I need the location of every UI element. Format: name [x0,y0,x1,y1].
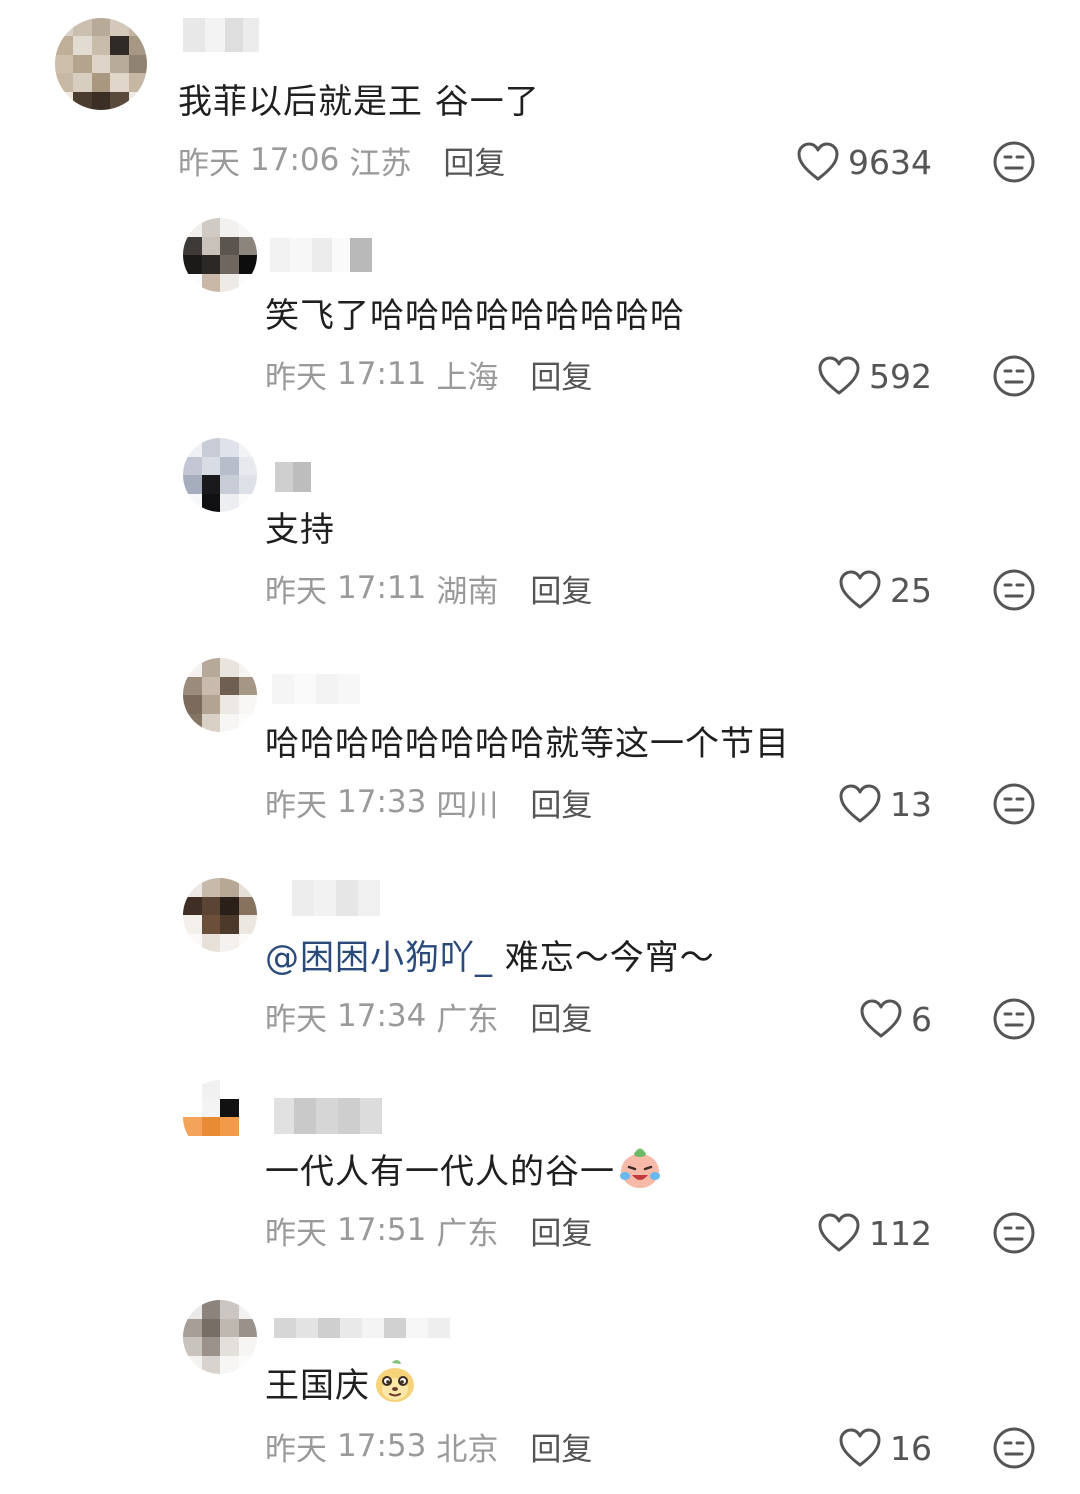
like-button[interactable]: 25 [732,568,932,612]
like-button[interactable]: 6 [732,997,932,1041]
reply-button[interactable]: 回复 [530,1208,592,1253]
crying-laughing-face-icon [620,1148,660,1188]
comment-text: 一代人有一代人的谷一 [265,1144,663,1192]
comment-date: 昨天 [265,787,327,824]
comment-text: 支持 [265,502,335,550]
comment-meta: 昨天 17:11 湖南 回复 [265,566,592,610]
username-blurred[interactable] [270,238,372,272]
neutral-face-icon[interactable] [992,997,1036,1041]
heart-outline-icon [797,142,839,181]
comment-time: 17:33 [337,784,427,820]
like-button[interactable]: 13 [732,782,932,826]
neutral-face-icon[interactable] [992,354,1036,398]
username-blurred[interactable] [275,462,311,492]
mention-link[interactable]: @困困小狗吖_ [265,930,493,979]
username-blurred[interactable] [272,674,360,704]
smug-face-icon [376,1360,414,1402]
comment-region: 江苏 [349,145,412,182]
like-button[interactable]: 112 [732,1211,932,1255]
reply-button[interactable]: 回复 [530,780,592,825]
comment-date: 昨天 [265,573,327,610]
neutral-face-icon[interactable] [992,140,1036,184]
reply-button[interactable]: 回复 [443,138,505,183]
comment-time: 17:11 [337,356,427,392]
like-button[interactable]: 592 [732,354,932,398]
neutral-face-icon[interactable] [992,1211,1036,1255]
reply-button[interactable]: 回复 [530,1424,592,1469]
like-count: 13 [890,784,932,824]
username-blurred[interactable] [274,880,380,916]
comment-text-content: 难忘～今宵～ [493,937,715,978]
comment-date: 昨天 [265,359,327,396]
heart-outline-icon [818,356,860,395]
heart-outline-icon [860,999,902,1038]
comment-time: 17:06 [250,142,340,178]
heart-outline-icon [839,570,881,609]
like-button[interactable]: 16 [732,1426,932,1470]
like-count: 25 [890,570,932,610]
neutral-face-icon[interactable] [992,782,1036,826]
avatar[interactable] [183,658,257,732]
comment-meta: 昨天 17:51 广东 回复 [265,1208,592,1252]
avatar[interactable] [183,1300,257,1374]
like-count: 16 [890,1428,932,1468]
avatar[interactable] [183,1080,257,1154]
comment-text: 笑飞了哈哈哈哈哈哈哈哈哈 [265,288,685,336]
avatar[interactable] [183,218,257,292]
username-blurred[interactable] [183,18,259,52]
username-blurred[interactable] [274,1098,382,1134]
like-button[interactable]: 9634 [732,140,932,184]
like-count: 112 [869,1213,932,1253]
reply-button[interactable]: 回复 [530,994,592,1039]
comment-date: 昨天 [265,1215,327,1252]
comment-time: 17:11 [337,570,427,606]
comment-text: 哈哈哈哈哈哈哈哈就等这一个节目 [265,716,790,764]
comment-text: 我菲以后就是王 谷一了 [178,74,540,122]
avatar[interactable] [55,18,147,110]
comment-text-content: 支持 [265,509,335,550]
comment-text: 王国庆 [265,1358,418,1406]
neutral-face-icon[interactable] [992,568,1036,612]
comment-text-content: 王国庆 [265,1365,370,1406]
comment-text-content: 哈哈哈哈哈哈哈哈就等这一个节目 [265,723,790,764]
reply-button[interactable]: 回复 [530,566,592,611]
comment-text-content: 一代人有一代人的谷一 [265,1151,615,1192]
avatar[interactable] [183,438,257,512]
comment-date: 昨天 [265,1001,327,1038]
comment-time: 17:51 [337,1212,427,1248]
heart-outline-icon [839,1428,881,1467]
comment-region: 四川 [436,787,499,824]
comment-meta: 昨天 17:53 北京 回复 [265,1424,592,1468]
comment-time: 17:53 [337,1428,427,1464]
comment-text-content: 我菲以后就是王 谷一了 [178,81,540,122]
like-count: 9634 [848,142,932,182]
neutral-face-icon[interactable] [992,1426,1036,1470]
comment-text: @困困小狗吖_ 难忘～今宵～ [265,930,715,978]
comment-date: 昨天 [178,145,240,182]
comment-meta: 昨天 17:06 江苏 回复 [178,138,505,182]
comment-region: 广东 [436,1215,499,1252]
like-count: 6 [911,999,932,1039]
reply-button[interactable]: 回复 [530,352,592,397]
comment-date: 昨天 [265,1431,327,1468]
comment-region: 北京 [436,1431,499,1468]
username-blurred[interactable] [274,1318,450,1338]
heart-outline-icon [818,1213,860,1252]
comment-region: 湖南 [436,573,499,610]
heart-outline-icon [839,784,881,823]
comment-time: 17:34 [337,998,427,1034]
like-count: 592 [869,356,932,396]
comment-region: 广东 [436,1001,499,1038]
avatar[interactable] [183,878,257,952]
comment-meta: 昨天 17:33 四川 回复 [265,780,592,824]
comment-meta: 昨天 17:34 广东 回复 [265,994,592,1038]
comment-region: 上海 [436,359,499,396]
comment-meta: 昨天 17:11 上海 回复 [265,352,592,396]
comment-text-content: 笑飞了哈哈哈哈哈哈哈哈哈 [265,295,685,336]
